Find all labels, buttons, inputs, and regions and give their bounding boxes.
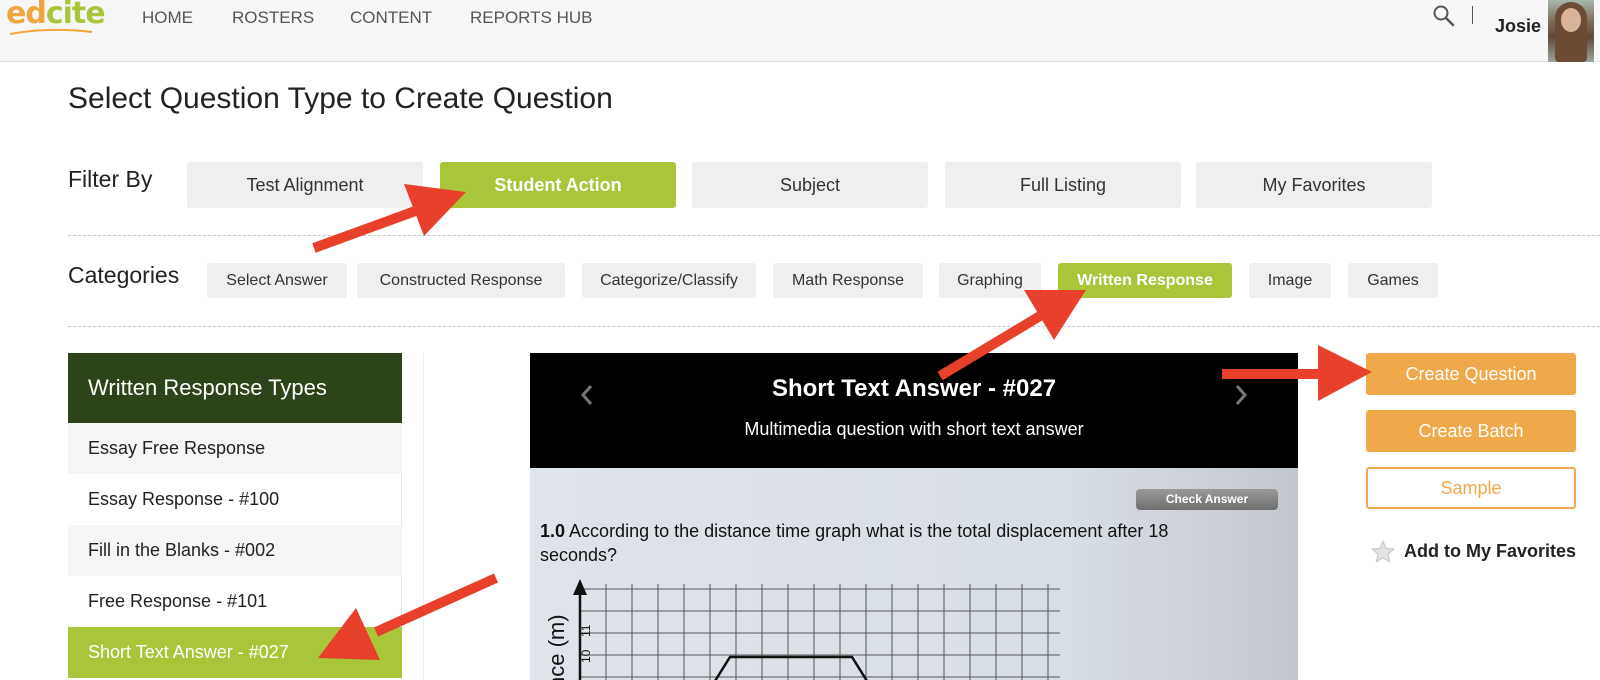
category-constructed-response[interactable]: Constructed Response [357, 263, 565, 298]
list-item[interactable]: Free Response - #101 [68, 576, 402, 627]
question-text: 1.0 According to the distance time graph… [540, 519, 1220, 567]
check-answer-button[interactable]: Check Answer [1136, 489, 1278, 510]
category-image[interactable]: Image [1249, 263, 1331, 298]
question-number: 1.0 [540, 521, 566, 541]
tick-label: 10 [579, 649, 593, 663]
list-item[interactable]: Fill in the Blanks - #002 [68, 525, 402, 576]
sample-button[interactable]: Sample [1366, 467, 1576, 509]
star-icon[interactable] [1370, 539, 1396, 565]
add-to-favorites-link[interactable]: Add to My Favorites [1404, 541, 1576, 562]
filter-full-listing[interactable]: Full Listing [945, 162, 1181, 208]
categories-label: Categories [68, 262, 180, 288]
question-type-list-header: Written Response Types [68, 353, 402, 423]
list-item[interactable]: Essay Free Response [68, 423, 402, 474]
nav-divider [1472, 6, 1473, 24]
list-item-selected[interactable]: Short Text Answer - #027 [68, 627, 402, 678]
preview-subtitle: Multimedia question with short text answ… [744, 419, 1084, 439]
logo-text-ed: ed [6, 0, 47, 31]
page-title: Select Question Type to Create Question [68, 82, 613, 115]
username[interactable]: Josie [1495, 16, 1541, 37]
logo-swoosh-icon [9, 28, 93, 35]
avatar[interactable] [1548, 0, 1594, 62]
filter-student-action[interactable]: Student Action [440, 162, 676, 208]
question-type-list: Written Response Types Essay Free Respon… [68, 353, 402, 680]
logo-text-cite: cite [45, 0, 106, 31]
nav-reports-hub[interactable]: REPORTS HUB [470, 8, 593, 28]
top-navigation-bar: edcite HOME ROSTERS CONTENT REPORTS HUB … [0, 0, 1600, 62]
divider [68, 326, 1600, 327]
edcite-logo[interactable]: edcite [6, 0, 106, 31]
distance-time-graph: nce (m) 11 10 [544, 579, 1060, 680]
nav-home[interactable]: HOME [142, 8, 193, 28]
preview-title: Short Text Answer - #027 [771, 375, 1057, 402]
filter-test-alignment[interactable]: Test Alignment [187, 162, 423, 208]
nav-content[interactable]: CONTENT [350, 8, 432, 28]
question-body: According to the distance time graph wha… [540, 521, 1169, 565]
tick-label: 11 [579, 624, 593, 637]
filter-my-favorites[interactable]: My Favorites [1196, 162, 1432, 208]
create-batch-button[interactable]: Create Batch [1366, 410, 1576, 452]
category-categorize-classify[interactable]: Categorize/Classify [582, 263, 756, 298]
category-graphing[interactable]: Graphing [939, 263, 1041, 298]
chevron-right-icon[interactable] [1234, 383, 1248, 407]
divider [68, 235, 1600, 236]
axis-label: nce (m) [544, 614, 569, 680]
category-games[interactable]: Games [1348, 263, 1438, 298]
filter-subject[interactable]: Subject [692, 162, 928, 208]
search-icon[interactable] [1432, 4, 1456, 28]
avatar-face [1561, 8, 1581, 32]
filter-by-label: Filter By [68, 166, 153, 192]
question-preview: Short Text Answer - #027 Multimedia ques… [530, 353, 1298, 680]
list-item[interactable]: Essay Response - #100 [68, 474, 402, 525]
category-math-response[interactable]: Math Response [773, 263, 923, 298]
list-scroll-gutter [402, 353, 424, 680]
create-question-button[interactable]: Create Question [1366, 353, 1576, 395]
category-select-answer[interactable]: Select Answer [207, 263, 347, 298]
preview-header: Short Text Answer - #027 Multimedia ques… [530, 353, 1298, 468]
nav-rosters[interactable]: ROSTERS [232, 8, 314, 28]
category-written-response[interactable]: Written Response [1058, 263, 1232, 298]
